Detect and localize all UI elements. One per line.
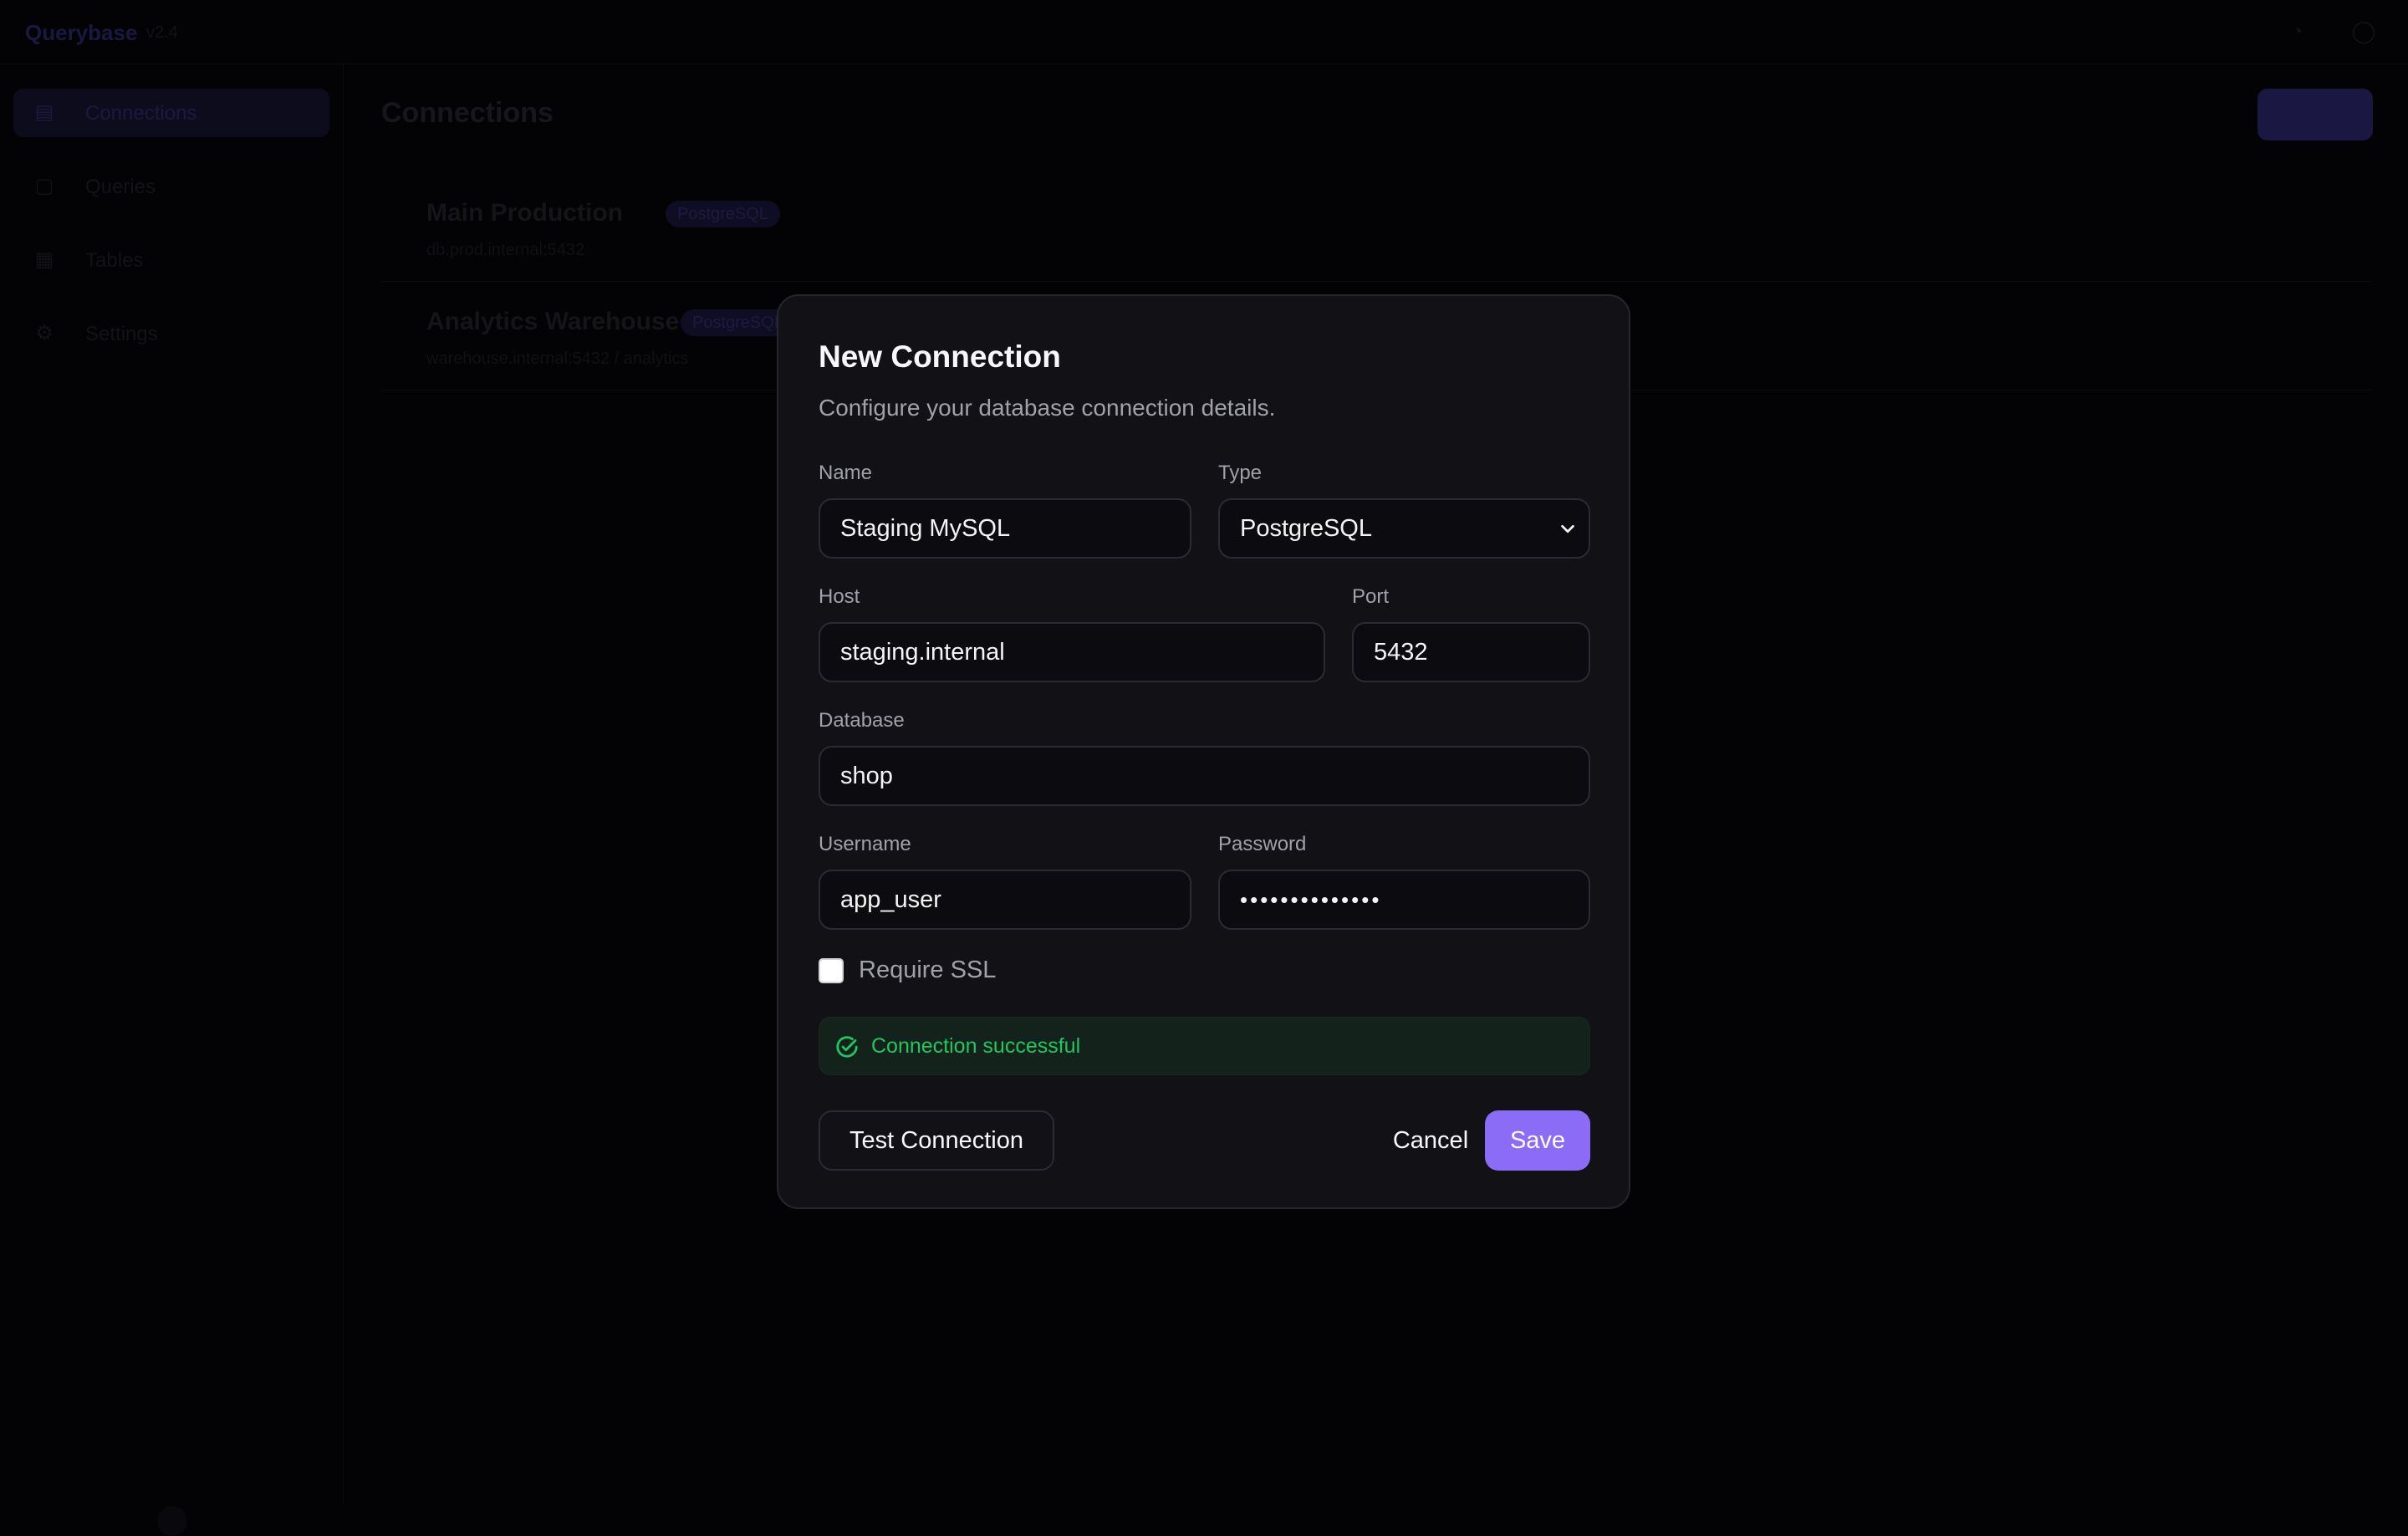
app: Querybase v2.4 ◔ ◯ ▤ Connections ▢ Queri…	[0, 0, 2408, 1505]
sidebar-item-label: Queries	[85, 176, 156, 199]
username-input[interactable]: app_user	[819, 870, 1191, 930]
dialog-description: Configure your database connection detai…	[819, 395, 1275, 421]
database-label: Database	[819, 709, 905, 732]
username-label: Username	[819, 833, 911, 856]
host-input[interactable]: staging.internal	[819, 622, 1325, 682]
connection-meta: warehouse.internal:5432 / analytics	[426, 350, 689, 369]
page-title: Connections	[381, 97, 554, 130]
status-text: Connection successful	[871, 1034, 1080, 1059]
version-label: v2.4	[146, 23, 178, 43]
database-icon: ▤	[32, 100, 57, 125]
sidebar-item-label: Settings	[85, 323, 158, 346]
connection-row[interactable]: Main Production PostgreSQL db.prod.inter…	[381, 181, 2371, 282]
gear-icon: ⚙	[32, 321, 57, 346]
require-ssl-checkbox[interactable]	[819, 958, 844, 983]
connection-status-alert: Connection successful	[819, 1017, 1590, 1075]
port-label: Port	[1352, 585, 1389, 609]
password-label: Password	[1218, 833, 1306, 856]
collapse-sidebar-button[interactable]	[157, 1506, 187, 1536]
dialog-title: New Connection	[819, 339, 1061, 375]
user-icon[interactable]: ◯	[2349, 17, 2378, 45]
chevron-down-icon	[1559, 520, 1577, 538]
bell-icon[interactable]: ◔	[2283, 17, 2311, 45]
password-input[interactable]: ••••••••••••••	[1218, 870, 1590, 930]
table-icon: ▦	[32, 247, 57, 273]
name-label: Name	[819, 462, 872, 485]
check-circle-icon	[834, 1034, 860, 1059]
save-button[interactable]: Save	[1485, 1110, 1590, 1171]
sidebar-item-settings[interactable]: ⚙ Settings	[13, 309, 329, 358]
sidebar: ▤ Connections ▢ Queries ▦ Tables ⚙ Setti…	[0, 64, 344, 1505]
cancel-button[interactable]: Cancel	[1364, 1110, 1497, 1171]
connection-type-badge: PostgreSQL	[666, 201, 780, 227]
name-input[interactable]: Staging MySQL	[819, 498, 1191, 559]
connection-name: Analytics Warehouse	[426, 308, 679, 336]
database-input[interactable]: shop	[819, 746, 1590, 806]
new-connection-button[interactable]	[2258, 89, 2373, 140]
connection-name: Main Production	[426, 199, 623, 227]
brand-logo[interactable]: Querybase	[25, 20, 137, 46]
connection-meta: db.prod.internal:5432	[426, 241, 584, 260]
sidebar-item-queries[interactable]: ▢ Queries	[13, 162, 329, 211]
terminal-icon: ▢	[32, 174, 57, 199]
type-select-value: PostgreSQL	[1240, 515, 1372, 543]
top-bar: Querybase v2.4 ◔ ◯	[0, 0, 2408, 64]
sidebar-item-label: Connections	[85, 102, 196, 125]
type-label: Type	[1218, 462, 1262, 485]
sidebar-item-label: Tables	[85, 249, 143, 273]
sidebar-item-connections[interactable]: ▤ Connections	[13, 89, 329, 137]
port-input[interactable]: 5432	[1352, 622, 1590, 682]
sidebar-item-tables[interactable]: ▦ Tables	[13, 236, 329, 284]
test-connection-button[interactable]: Test Connection	[819, 1110, 1054, 1171]
require-ssl-label[interactable]: Require SSL	[859, 957, 996, 984]
type-select[interactable]: PostgreSQL	[1218, 498, 1590, 559]
new-connection-dialog: New Connection Configure your database c…	[777, 294, 1630, 1209]
host-label: Host	[819, 585, 860, 609]
